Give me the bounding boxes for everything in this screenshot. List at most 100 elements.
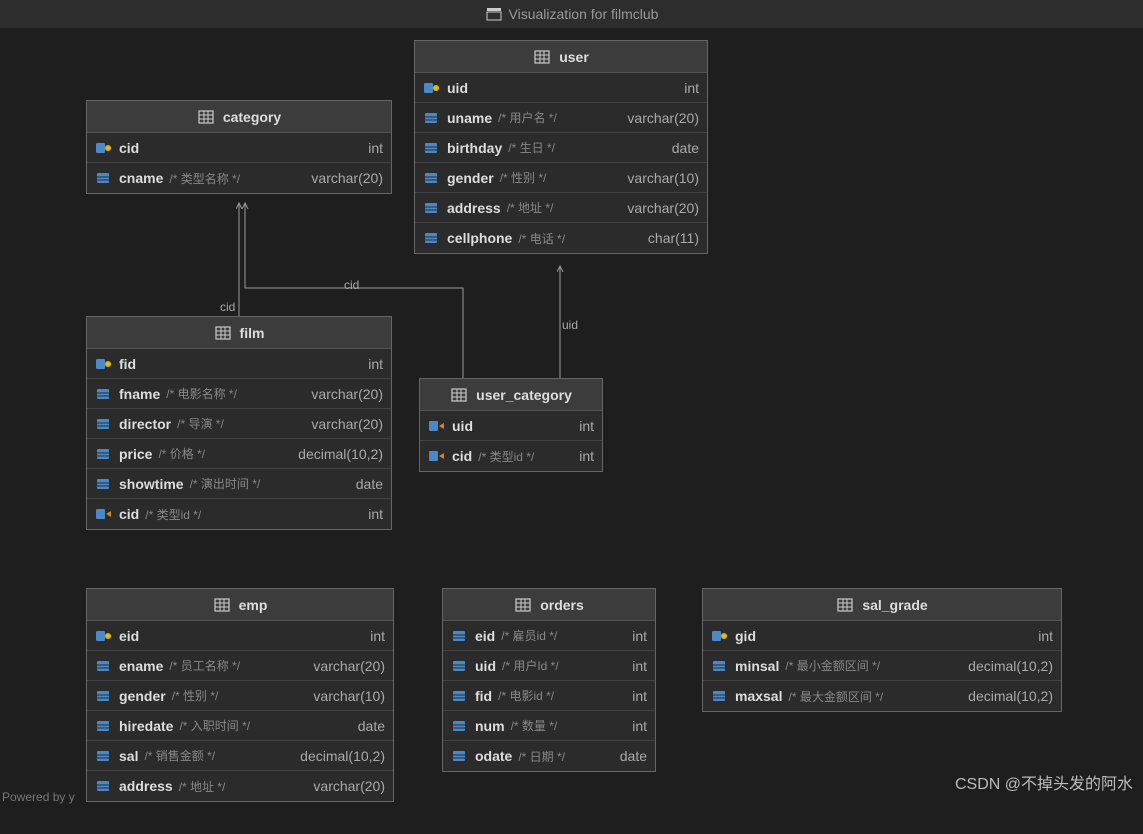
column-row[interactable]: ename/* 员工名称 */varchar(20): [87, 651, 393, 681]
column-name: address: [447, 200, 501, 216]
column-comment: /* 最小金额区间 */: [785, 657, 880, 674]
table-sal-grade[interactable]: sal_gradegidint minsal /* 最小金额区间 */ decimal…: [702, 588, 1062, 712]
table-film[interactable]: filmfidintfname/* 电影名称 */varchar(20)dire…: [86, 316, 392, 530]
column-row[interactable]: address/* 地址 */varchar(20): [415, 193, 707, 223]
table-user[interactable]: user uid int uname/* 用户名 */varchar(20)birth…: [414, 40, 708, 254]
column-name: sal: [119, 748, 138, 764]
column-type: int: [632, 628, 647, 644]
column-row[interactable]: birthday/* 生日 */date: [415, 133, 707, 163]
powered-by: Powered by y: [2, 790, 75, 804]
column-name: eid: [119, 628, 139, 644]
column-row[interactable]: num/* 数量 */int: [443, 711, 655, 741]
table-icon: [514, 597, 532, 613]
column-type: int: [632, 688, 647, 704]
column-row[interactable]: hiredate/* 入职时间 */date: [87, 711, 393, 741]
column-name: cid: [119, 506, 139, 522]
column-row[interactable]: showtime/* 演出时间 */date: [87, 469, 391, 499]
column-name: fid: [475, 688, 492, 704]
table-title: emp: [239, 597, 268, 613]
column-type: date: [620, 748, 647, 764]
table-icon: [214, 325, 232, 341]
column-row[interactable]: cidint: [87, 133, 391, 163]
table-title: orders: [540, 597, 584, 613]
column-row[interactable]: gidint: [703, 621, 1061, 651]
column-type: varchar(10): [313, 688, 385, 704]
col-icon: [451, 688, 469, 704]
table-category[interactable]: categorycidintcname/* 类型名称 */varchar(20): [86, 100, 392, 194]
fk-icon: [428, 448, 446, 464]
column-row[interactable]: uid int: [415, 73, 707, 103]
column-row[interactable]: odate/* 日期 */date: [443, 741, 655, 771]
column-name: num: [475, 718, 505, 734]
column-row[interactable]: fid/* 电影id */int: [443, 681, 655, 711]
column-comment: /* 日期 */: [518, 748, 565, 765]
table-header: category: [87, 101, 391, 133]
table-header: user_category: [420, 379, 602, 411]
column-row[interactable]: uid int: [420, 411, 602, 441]
column-row[interactable]: gender/* 性别 */varchar(10): [87, 681, 393, 711]
column-name: eid: [475, 628, 495, 644]
column-type: varchar(10): [627, 170, 699, 186]
column-row[interactable]: cid/* 类型id */int: [420, 441, 602, 471]
column-row[interactable]: minsal/* 最小金额区间 */decimal(10,2): [703, 651, 1061, 681]
column-type: varchar(20): [311, 416, 383, 432]
column-type: decimal(10,2): [298, 446, 383, 462]
column-row[interactable]: gender/* 性别 */varchar(10): [415, 163, 707, 193]
column-comment: /* 地址 */: [507, 199, 554, 216]
col-icon: [95, 446, 113, 462]
column-type: int: [1038, 628, 1053, 644]
column-type: int: [579, 448, 594, 464]
column-row[interactable]: eid/* 雇员id */int: [443, 621, 655, 651]
column-name: cname: [119, 170, 163, 186]
table-header: user: [415, 41, 707, 73]
column-name: maxsal: [735, 688, 782, 704]
column-row[interactable]: eidint: [87, 621, 393, 651]
column-type: int: [684, 80, 699, 96]
column-row[interactable]: cellphone/* 电话 */char(11): [415, 223, 707, 253]
col-icon: [95, 476, 113, 492]
col-icon: [423, 140, 441, 156]
table-orders[interactable]: orderseid/* 雇员id */intuid/* 用户Id */intfi…: [442, 588, 656, 772]
column-comment: /* 类型名称 */: [169, 170, 240, 187]
header-title: Visualization for filmclub: [509, 6, 659, 22]
table-icon: [450, 387, 468, 403]
column-row[interactable]: uid/* 用户Id */int: [443, 651, 655, 681]
column-comment: /* 员工名称 */: [169, 657, 240, 674]
column-row[interactable]: address/* 地址 */varchar(20): [87, 771, 393, 801]
column-type: int: [368, 356, 383, 372]
column-row[interactable]: sal/* 销售金额 */decimal(10,2): [87, 741, 393, 771]
table-user-category[interactable]: user_categoryuidintcid/* 类型id */int: [419, 378, 603, 472]
table-header: emp: [87, 589, 393, 621]
column-type: date: [672, 140, 699, 156]
column-type: int: [579, 418, 594, 434]
column-name: uid: [447, 80, 468, 96]
column-name: minsal: [735, 658, 779, 674]
column-comment: /* 性别 */: [500, 169, 547, 186]
column-comment: /* 用户名 */: [498, 109, 557, 126]
column-name: uid: [452, 418, 473, 434]
column-type: decimal(10,2): [968, 688, 1053, 704]
column-row[interactable]: price/* 价格 */decimal(10,2): [87, 439, 391, 469]
table-emp[interactable]: emp eidintename/* 员工名称 */varchar(20)gende…: [86, 588, 394, 802]
relation-label-uid: uid: [562, 318, 578, 332]
column-row[interactable]: fidint: [87, 349, 391, 379]
column-row[interactable]: fname/* 电影名称 */varchar(20): [87, 379, 391, 409]
column-name: hiredate: [119, 718, 173, 734]
table-header: sal_grade: [703, 589, 1061, 621]
relation-label-cid2: cid: [344, 278, 359, 292]
col-icon: [711, 688, 729, 704]
col-icon: [711, 658, 729, 674]
column-row[interactable]: maxsal/* 最大金额区间 */decimal(10,2): [703, 681, 1061, 711]
diagram-canvas[interactable]: cid cid uid categorycidint cname /* 类型名称 *…: [0, 28, 1143, 806]
table-icon: [836, 597, 854, 613]
table-icon: [213, 597, 231, 613]
table-title: user: [559, 49, 589, 65]
column-row[interactable]: uname/* 用户名 */varchar(20): [415, 103, 707, 133]
column-name: address: [119, 778, 173, 794]
column-type: varchar(20): [313, 778, 385, 794]
col-icon: [95, 416, 113, 432]
column-type: char(11): [648, 230, 699, 246]
column-row[interactable]: cid/* 类型id */int: [87, 499, 391, 529]
column-row[interactable]: cname/* 类型名称 */varchar(20): [87, 163, 391, 193]
column-row[interactable]: director/* 导演 */varchar(20): [87, 409, 391, 439]
